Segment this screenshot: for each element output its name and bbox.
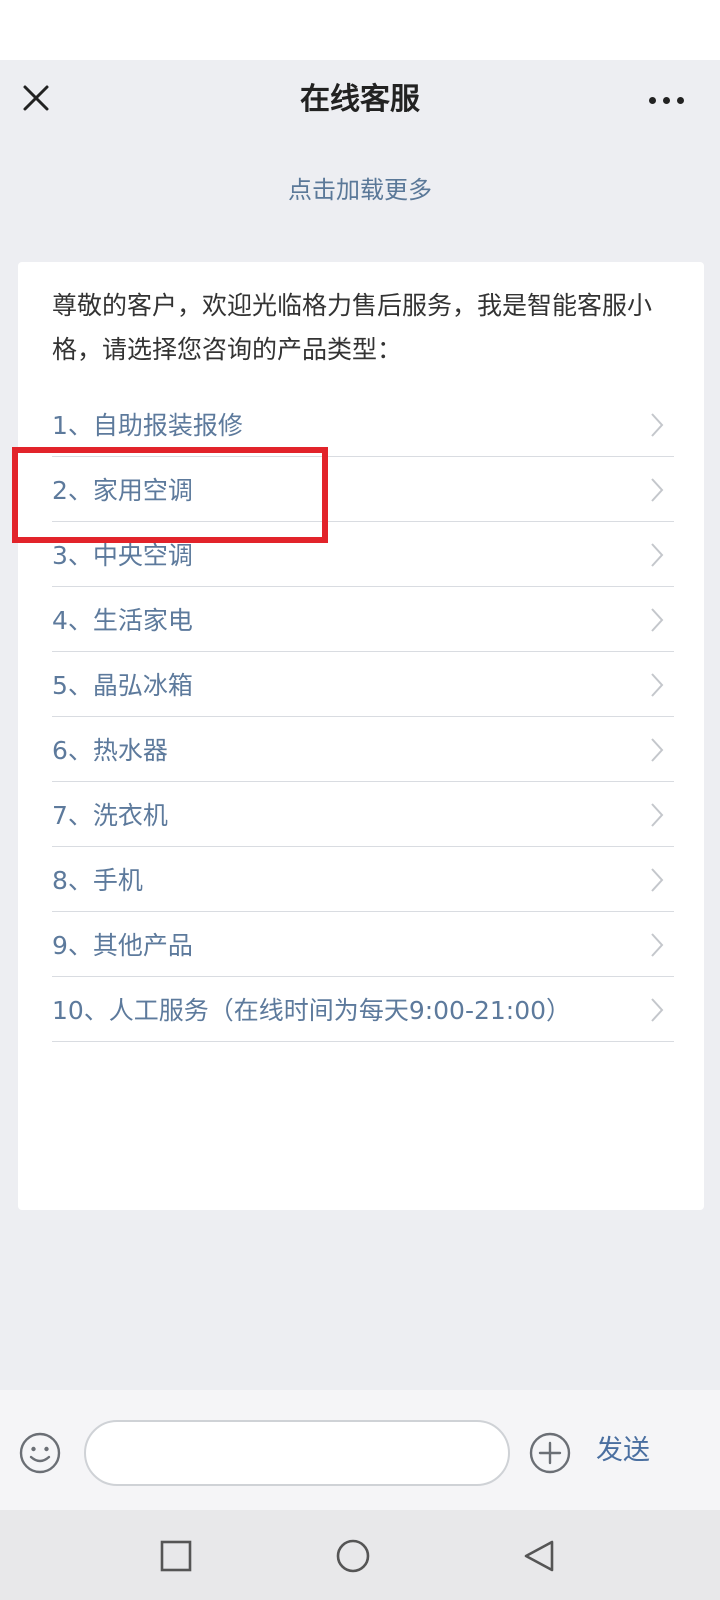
option-item-7[interactable]: 7、洗衣机 [52, 782, 674, 847]
option-item-5[interactable]: 5、晶弘冰箱 [52, 652, 674, 717]
system-navigation-bar [0, 1510, 720, 1600]
chevron-right-icon [651, 673, 664, 697]
input-bar: 发送 [0, 1390, 720, 1510]
close-button[interactable] [16, 78, 56, 118]
page-title: 在线客服 [300, 82, 420, 117]
close-icon [23, 85, 49, 111]
option-item-8[interactable]: 8、手机 [52, 847, 674, 912]
option-label: 1、自助报装报修 [52, 411, 243, 440]
emoji-icon[interactable] [18, 1431, 62, 1475]
send-button[interactable]: 发送 [596, 1426, 666, 1476]
product-option-list: 1、自助报装报修 2、家用空调 3、中央空调 4、生活家电 5、晶弘冰箱 6、热… [52, 392, 674, 1042]
message-input[interactable] [84, 1420, 510, 1486]
more-dot [662, 96, 670, 104]
option-label: 6、热水器 [52, 736, 168, 765]
option-item-1[interactable]: 1、自助报装报修 [52, 392, 674, 457]
status-bar-area [0, 0, 720, 60]
option-label: 4、生活家电 [52, 606, 193, 635]
navigation-bar: 在线客服 [0, 60, 720, 140]
chevron-right-icon [651, 478, 664, 502]
bot-message-card: 尊敬的客户，欢迎光临格力售后服务，我是智能客服小格，请选择您咨询的产品类型： 1… [18, 262, 704, 1210]
option-label: 2、家用空调 [52, 476, 193, 505]
circle-icon[interactable] [331, 1534, 375, 1578]
triangle-back-icon[interactable] [518, 1534, 562, 1578]
option-label: 5、晶弘冰箱 [52, 671, 193, 700]
square-icon[interactable] [154, 1534, 198, 1578]
option-label: 10、人工服务（在线时间为每天9:00-21:00） [52, 996, 572, 1025]
chevron-right-icon [651, 998, 664, 1022]
option-item-2[interactable]: 2、家用空调 [52, 457, 674, 522]
option-item-10[interactable]: 10、人工服务（在线时间为每天9:00-21:00） [52, 977, 674, 1042]
chevron-right-icon [651, 543, 664, 567]
more-dots-icon [648, 96, 656, 104]
chevron-right-icon [651, 738, 664, 762]
chevron-right-icon [651, 413, 664, 437]
more-dot [676, 96, 684, 104]
option-label: 8、手机 [52, 866, 143, 895]
option-item-3[interactable]: 3、中央空调 [52, 522, 674, 587]
option-item-4[interactable]: 4、生活家电 [52, 587, 674, 652]
option-label: 9、其他产品 [52, 931, 193, 960]
chevron-right-icon [651, 933, 664, 957]
more-button[interactable] [636, 80, 696, 120]
plus-circle-icon[interactable] [528, 1431, 572, 1475]
load-more-link[interactable]: 点击加载更多 [160, 170, 560, 210]
option-item-6[interactable]: 6、热水器 [52, 717, 674, 782]
chat-area[interactable]: 点击加载更多 尊敬的客户，欢迎光临格力售后服务，我是智能客服小格，请选择您咨询的… [0, 140, 720, 1390]
option-item-9[interactable]: 9、其他产品 [52, 912, 674, 977]
chevron-right-icon [651, 868, 664, 892]
chevron-right-icon [651, 803, 664, 827]
screen: 在线客服 点击加载更多 尊敬的客户，欢迎光临格力售后服务，我是智能客服小格，请选… [0, 0, 720, 1600]
option-label: 3、中央空调 [52, 541, 193, 570]
option-label: 7、洗衣机 [52, 801, 168, 830]
chevron-right-icon [651, 608, 664, 632]
greeting-text: 尊敬的客户，欢迎光临格力售后服务，我是智能客服小格，请选择您咨询的产品类型： [52, 291, 653, 364]
